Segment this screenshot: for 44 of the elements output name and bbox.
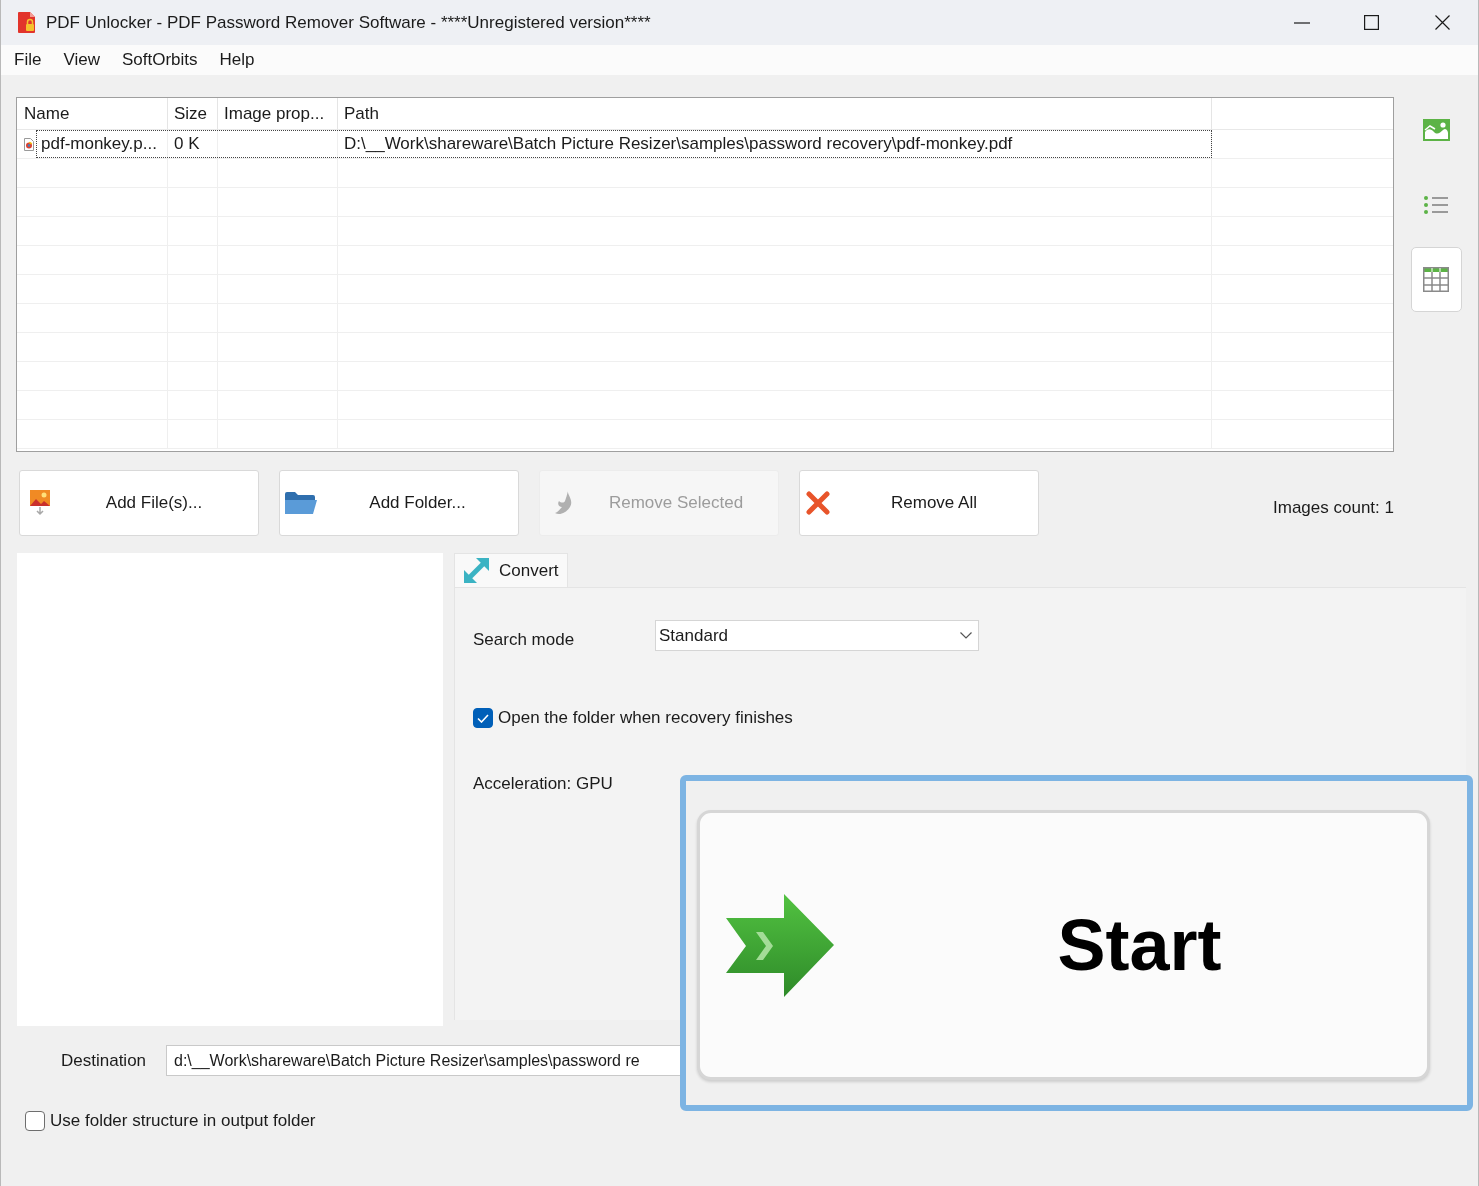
checkbox[interactable] (473, 708, 493, 728)
document-lock-icon (18, 12, 36, 33)
table-icon (1423, 267, 1450, 292)
image-file-icon (30, 490, 50, 516)
tab[interactable]: Convert (454, 553, 568, 587)
table-cell: D:\__Work\shareware\Batch Picture Resizer\samples\password recovery\pdf-monkey.pdf (338, 130, 1212, 158)
status-text: Acceleration: GPU (473, 773, 613, 795)
close-icon[interactable] (1435, 15, 1450, 30)
minimize-icon[interactable] (1294, 21, 1310, 24)
table-cell: pdf-monkey.p... (36, 130, 168, 158)
column-header[interactable]: Name (17, 98, 168, 129)
column-header[interactable]: Image prop... (218, 98, 338, 129)
file-icon (24, 137, 34, 151)
column-header[interactable]: Path (338, 98, 1212, 129)
folder-icon (285, 492, 317, 514)
images-count: Images count: 1 (1273, 497, 1394, 520)
checkmark-icon (477, 713, 489, 723)
destination-field[interactable]: d:\__Work\shareware\Batch Picture Resizer\samples\password re (166, 1045, 681, 1076)
drop-icon (554, 491, 574, 515)
arrow-right-icon (726, 893, 834, 997)
view-button[interactable] (1410, 247, 1462, 312)
remove-all-button[interactable]: Remove All (799, 470, 1039, 536)
field-label: Search mode (473, 628, 576, 651)
checkbox[interactable] (25, 1111, 45, 1131)
checkbox-label: Use folder structure in output folder (50, 1110, 316, 1132)
table-cell: 0 K (168, 130, 218, 158)
maximize-icon[interactable] (1364, 15, 1379, 30)
field-label: Destination (61, 1049, 148, 1072)
column-header[interactable]: Size (168, 98, 218, 129)
menu-item[interactable]: SoftOrbits (121, 49, 198, 71)
start-button[interactable]: Start (697, 810, 1430, 1080)
add-files-button[interactable]: Add File(s)... (19, 470, 259, 536)
menu-item[interactable]: View (63, 49, 100, 71)
window-title: PDF Unlocker - PDF Password Remover Software - ****Unregistered version**** (46, 11, 651, 34)
table-row[interactable]: pdf-monkey.p... 0 K D:\__Work\shareware\Batch Picture Resizer\samples\password recovery\pdf-monkey.pdf (36, 130, 1212, 158)
checkbox-label: Open the folder when recovery finishes (498, 707, 793, 729)
menu-item[interactable]: Help (219, 49, 255, 71)
add-folder-button[interactable]: Add Folder... (279, 470, 519, 536)
menu-item[interactable]: File (14, 49, 42, 71)
cross-icon (806, 491, 830, 515)
image-icon[interactable] (1422, 118, 1450, 141)
dropdown[interactable]: Standard (655, 620, 979, 651)
diagonal-arrow-icon (464, 558, 489, 583)
chevron-down-icon (960, 632, 972, 639)
